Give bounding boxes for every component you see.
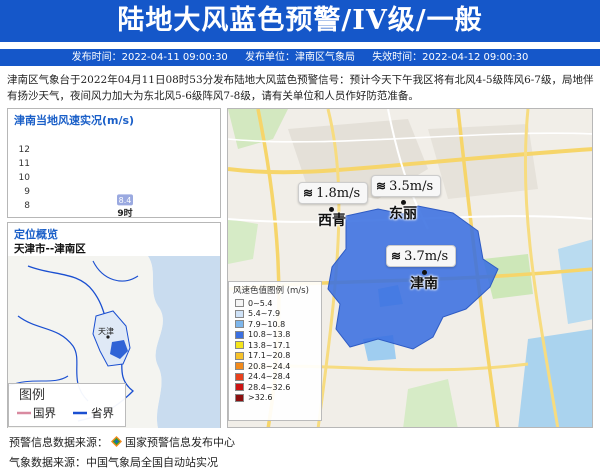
y-tick-label: 10 xyxy=(19,173,31,183)
legend-label: 5.4~7.9 xyxy=(248,309,281,319)
warning-title: 陆地大风蓝色预警/IV级/一般 xyxy=(117,5,483,36)
y-tick-label: 11 xyxy=(19,159,30,169)
legend-swatch xyxy=(235,362,244,371)
legend-swatch xyxy=(235,372,244,381)
wind-speed-chart: 8 9 10 11 12 8.4 9时 xyxy=(19,145,133,219)
header-banner: 陆地大风蓝色预警/IV级/一般 xyxy=(0,0,600,42)
source-logo-icon xyxy=(111,436,122,447)
wind-icon: ≋ xyxy=(391,249,402,263)
x-tick-label: 9时 xyxy=(117,207,132,219)
legend-label: 17.1~20.8 xyxy=(248,351,291,361)
provincial-border-swatch xyxy=(73,411,87,415)
national-border-swatch xyxy=(17,411,31,415)
legend-item: 10.8~13.8 xyxy=(229,330,321,341)
legend-label: 24.4~28.4 xyxy=(248,372,291,382)
data-label: 8.4 xyxy=(119,196,132,205)
city-label-jinnan: 津南 xyxy=(410,276,438,292)
inset-city-label: 天津 xyxy=(98,326,114,336)
y-tick-label: 9 xyxy=(24,187,30,197)
y-tick-label: 12 xyxy=(19,145,30,155)
wind-icon: ≋ xyxy=(303,186,314,200)
legend-label: 28.4~32.6 xyxy=(248,382,291,392)
legend-label: 13.8~17.1 xyxy=(248,340,291,350)
legend-item: >32.6 xyxy=(229,393,321,404)
legend-item: 0~5.4 xyxy=(229,298,321,309)
legend-item: 5.4~7.9 xyxy=(229,309,321,320)
warning-description: 津南区气象台于2022年04月11日08时53分发布陆地大风蓝色预警信号：预计今… xyxy=(7,74,594,102)
wind-reading-jinnan: ≋ 3.7m/s xyxy=(386,245,457,267)
wind-icon: ≋ xyxy=(376,179,387,193)
national-border-label: 国界 xyxy=(33,406,56,420)
legend-item: 24.4~28.4 xyxy=(229,372,321,383)
meta-bar: 发布时间：2022-04-11 09:00:30 发布单位：津南区气象局 失效时… xyxy=(0,49,600,66)
legend-swatch xyxy=(235,299,244,308)
wind-color-legend: 风速色值图例 (m/s) 0~5.4 5.4~7.9 7.9~10.8 10.8~13… xyxy=(228,281,322,421)
expire-time: 失效时间：2022-04-12 09:00:30 xyxy=(372,52,529,63)
issue-time: 发布时间：2022-04-11 09:00:30 xyxy=(71,52,228,63)
wind-reading-dongli: ≋ 3.5m/s xyxy=(371,175,442,197)
border-legend: 图例 国界 省界 xyxy=(8,383,126,427)
legend-swatch xyxy=(235,341,244,350)
wind-speed-panel: 津南当地风速实况(m/s) 8 9 10 11 12 8.4 9时 xyxy=(7,108,221,219)
warning-source-name: 国家预警信息发布中心 xyxy=(125,436,235,449)
legend-item: 28.4~32.6 xyxy=(229,382,321,393)
warning-source-line: 预警信息数据来源： 国家预警信息发布中心 xyxy=(9,434,235,450)
legend-swatch xyxy=(235,330,244,339)
legend-item: 20.8~24.4 xyxy=(229,361,321,372)
issuer: 发布单位：津南区气象局 xyxy=(245,52,355,63)
legend-title: 风速色值图例 (m/s) xyxy=(233,286,309,296)
legend-label: >32.6 xyxy=(248,393,273,403)
legend-item: 13.8~17.1 xyxy=(229,340,321,351)
city-label-dongli: 东丽 xyxy=(389,206,417,222)
border-legend-title: 图例 xyxy=(19,388,46,403)
position-title: 定位概览 xyxy=(14,228,58,241)
legend-swatch xyxy=(235,320,244,329)
legend-item: 17.1~20.8 xyxy=(229,351,321,362)
city-label-xiqing: 西青 xyxy=(318,213,346,229)
position-panel: 定位概览 天津市--津南区 天津 图例 国界 省界 xyxy=(7,222,221,428)
warning-source-label: 预警信息数据来源： xyxy=(9,436,108,449)
legend-swatch xyxy=(235,351,244,360)
legend-swatch xyxy=(235,393,244,402)
legend-label: 7.9~10.8 xyxy=(248,319,286,329)
legend-swatch xyxy=(235,383,244,392)
legend-label: 10.8~13.8 xyxy=(248,330,291,340)
warning-map: ≋ 1.8m/s ≋ 3.5m/s ≋ 3.7m/s 西青 东丽 津南 风速色值图例 … xyxy=(227,108,593,428)
legend-label: 0~5.4 xyxy=(248,298,273,308)
legend-item: 7.9~10.8 xyxy=(229,319,321,330)
weather-source-line: 气象数据来源：中国气象局全国自动站实况 xyxy=(9,456,218,469)
legend-label: 20.8~24.4 xyxy=(248,361,291,371)
legend-swatch xyxy=(235,309,244,318)
position-subtitle: 天津市--津南区 xyxy=(14,243,86,255)
wind-reading-xiqing: ≋ 1.8m/s xyxy=(298,182,369,204)
y-tick-label: 8 xyxy=(24,201,30,211)
provincial-border-label: 省界 xyxy=(91,406,114,420)
